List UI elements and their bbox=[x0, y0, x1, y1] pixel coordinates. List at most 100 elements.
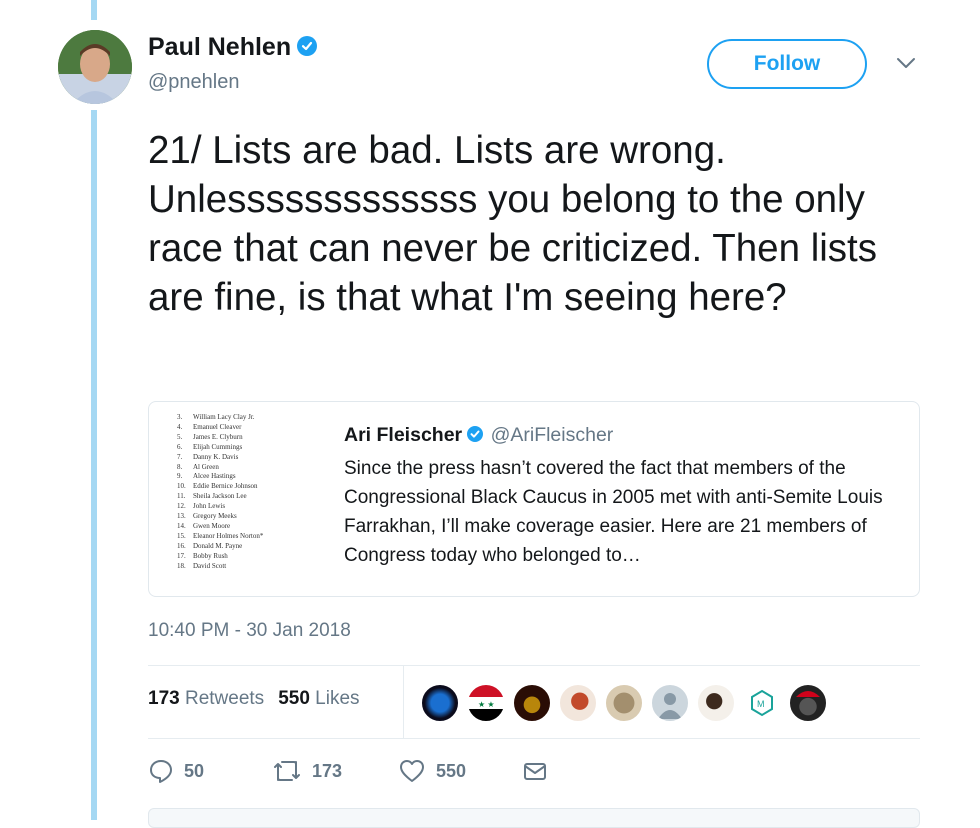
stats-separator bbox=[403, 666, 404, 738]
envelope-icon bbox=[524, 763, 546, 780]
thumb-list-number: 9. bbox=[177, 472, 183, 481]
thumb-list-line: 8. Al Green bbox=[171, 463, 331, 473]
liker-avatar[interactable] bbox=[604, 683, 644, 723]
liker-avatar[interactable] bbox=[558, 683, 598, 723]
likes-stat[interactable]: 550 Likes bbox=[278, 688, 359, 709]
thumb-list-name: David Scott bbox=[193, 561, 227, 570]
thumb-list-name: Elijah Cummings bbox=[193, 442, 243, 451]
thumb-list-name: Sheila Jackson Lee bbox=[193, 492, 247, 501]
chevron-down-icon[interactable] bbox=[895, 56, 917, 75]
thumb-list-name: Gwen Moore bbox=[193, 521, 231, 530]
thumb-list-name: Donald M. Payne bbox=[193, 541, 243, 550]
tweet-timestamp[interactable]: 10:40 PM - 30 Jan 2018 bbox=[148, 620, 351, 642]
quoted-author-name[interactable]: Ari Fleischer bbox=[344, 424, 462, 446]
retweet-icon bbox=[274, 761, 300, 781]
thumb-list-number: 4. bbox=[177, 422, 183, 431]
thumb-list-number: 3. bbox=[177, 413, 183, 421]
direct-message-button[interactable] bbox=[522, 758, 548, 784]
thumb-list-line: 16. Donald M. Payne bbox=[171, 542, 331, 552]
retweets-label: Retweets bbox=[184, 688, 265, 709]
retweets-stat[interactable]: 173 Retweets bbox=[148, 688, 264, 709]
thumb-list-line: 5. James E. Clyburn bbox=[171, 433, 331, 443]
thumb-list-line: 15. Eleanor Holmes Norton* bbox=[171, 532, 331, 542]
liker-avatar[interactable] bbox=[420, 683, 460, 723]
thumb-list-line: 14. Gwen Moore bbox=[171, 522, 331, 532]
thumb-list-number: 14. bbox=[177, 521, 186, 530]
thumb-list-number: 8. bbox=[177, 462, 183, 471]
engagement-stats: 173 Retweets 550 Likes bbox=[148, 688, 360, 710]
thumb-list-name: Emanuel Cleaver bbox=[193, 422, 242, 431]
quoted-tweet-header: Ari Fleischer @AriFleischer bbox=[344, 424, 613, 447]
author-name-text[interactable]: Paul Nehlen bbox=[148, 33, 291, 61]
reply-button[interactable]: 50 bbox=[148, 758, 204, 784]
thumb-list-number: 7. bbox=[177, 452, 183, 461]
like-button[interactable]: 550 bbox=[398, 758, 466, 784]
thumb-list-number: 15. bbox=[177, 531, 186, 540]
reply-count: 50 bbox=[184, 760, 205, 781]
thumb-list-name: Alcee Hastings bbox=[193, 472, 236, 481]
liker-avatar[interactable] bbox=[512, 683, 552, 723]
liker-avatar[interactable] bbox=[788, 683, 828, 723]
heart-icon bbox=[400, 760, 424, 782]
follow-button[interactable]: Follow bbox=[707, 39, 867, 89]
divider bbox=[148, 665, 920, 666]
thumb-list-number: 16. bbox=[177, 541, 186, 550]
thumb-list-number: 12. bbox=[177, 502, 186, 511]
thumb-list-line: 7. Danny K. Davis bbox=[171, 453, 331, 463]
liker-avatar[interactable] bbox=[650, 683, 690, 723]
author-handle[interactable]: @pnehlen bbox=[148, 71, 239, 94]
verified-badge-icon bbox=[297, 36, 318, 57]
thumb-list-name: James E. Clyburn bbox=[193, 432, 243, 441]
thumb-list-line: 11. Sheila Jackson Lee bbox=[171, 492, 331, 502]
thumb-list-line: 17. Bobby Rush bbox=[171, 552, 331, 562]
thumb-list-line: 6. Elijah Cummings bbox=[171, 443, 331, 453]
retweets-count: 173 bbox=[148, 688, 180, 709]
thumb-list-number: 6. bbox=[177, 442, 183, 451]
thumb-list-number: 17. bbox=[177, 551, 186, 560]
thumb-list-line: 9. Alcee Hastings bbox=[171, 472, 331, 482]
thumb-list-line: 10. Eddie Bernice Johnson bbox=[171, 482, 331, 492]
thumb-list-number: 5. bbox=[177, 432, 183, 441]
thumb-list-number: 11. bbox=[177, 492, 186, 501]
thumb-list-name: Bobby Rush bbox=[193, 551, 228, 560]
svg-text:M: M bbox=[757, 699, 765, 709]
thumb-list-line: 13. Gregory Meeks bbox=[171, 512, 331, 522]
quoted-tweet-image[interactable]: 3. William Lacy Clay Jr. 4. Emanuel Cleaver… bbox=[171, 413, 331, 577]
retweet-button[interactable]: 173 bbox=[272, 758, 342, 784]
thumb-list-line: 3. William Lacy Clay Jr. bbox=[171, 413, 331, 423]
divider bbox=[148, 738, 920, 739]
liker-avatar[interactable]: M bbox=[742, 683, 782, 723]
thumb-list-name: Gregory Meeks bbox=[193, 512, 237, 521]
reply-input-box[interactable] bbox=[148, 808, 920, 828]
verified-badge-icon bbox=[467, 425, 484, 442]
reply-icon bbox=[150, 760, 172, 783]
liker-avatar[interactable] bbox=[696, 683, 736, 723]
thumb-list-number: 10. bbox=[177, 482, 186, 491]
like-count: 550 bbox=[436, 760, 467, 781]
thumb-list-name: Eleanor Holmes Norton* bbox=[193, 531, 264, 540]
thumb-list-number: 13. bbox=[177, 512, 186, 521]
thumb-list-line: 12. John Lewis bbox=[171, 502, 331, 512]
likes-label: Likes bbox=[315, 688, 360, 709]
thumb-list-name: Al Green bbox=[193, 462, 219, 471]
quoted-tweet-text: Since the press hasn’t covered the fact … bbox=[344, 458, 883, 566]
thumb-list-line: 4. Emanuel Cleaver bbox=[171, 423, 331, 433]
thread-line-top bbox=[91, 0, 97, 20]
avatar[interactable] bbox=[58, 30, 132, 104]
quoted-author-handle[interactable]: @AriFleischer bbox=[491, 424, 614, 446]
thumb-list-number: 18. bbox=[177, 561, 186, 570]
thumb-list-name: Eddie Bernice Johnson bbox=[193, 482, 258, 491]
likes-count: 550 bbox=[278, 688, 310, 709]
thumb-list-line: 18. David Scott bbox=[171, 562, 331, 572]
author-name[interactable]: Paul Nehlen bbox=[148, 33, 318, 62]
thumb-list-name: William Lacy Clay Jr. bbox=[193, 413, 255, 421]
avatar-image bbox=[58, 30, 132, 104]
retweet-count: 173 bbox=[312, 760, 343, 781]
tweet-text: 21/ Lists are bad. Lists are wrong. Unle… bbox=[148, 129, 877, 319]
thumb-list-name: Danny K. Davis bbox=[193, 452, 239, 461]
thumb-list-name: John Lewis bbox=[193, 502, 226, 511]
thread-line bbox=[91, 110, 97, 820]
liker-avatar[interactable]: ★ ★ bbox=[466, 683, 506, 723]
quoted-tweet-card[interactable]: 3. William Lacy Clay Jr. 4. Emanuel Cleaver… bbox=[148, 401, 920, 597]
svg-text:★ ★: ★ ★ bbox=[478, 700, 495, 709]
